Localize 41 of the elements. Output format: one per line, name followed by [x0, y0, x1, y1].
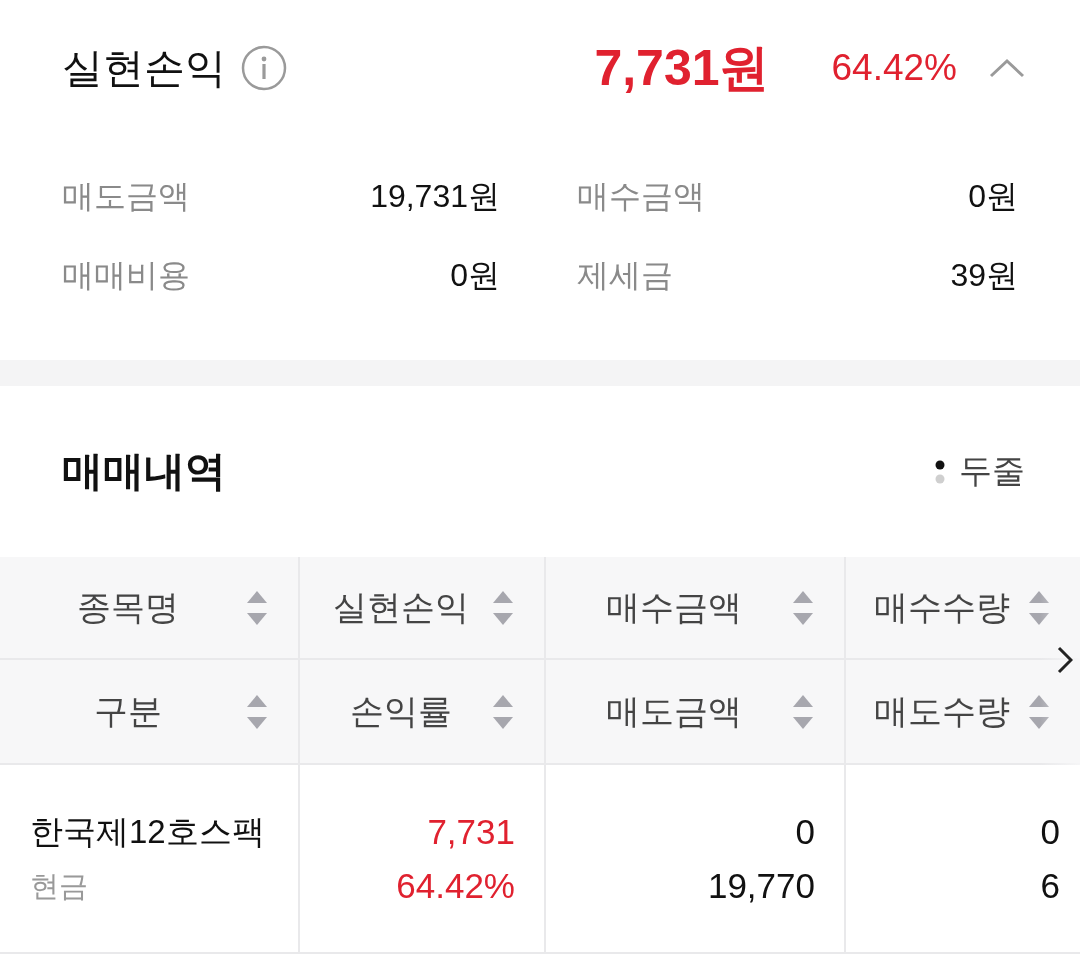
table-cell-text: 7,731 [427, 810, 515, 853]
section-title: 매매내역 [62, 447, 226, 496]
column-header[interactable]: 종목명 [0, 557, 300, 660]
section-title: 실현손익 [62, 43, 226, 93]
table-cell-text: 19,770 [707, 864, 815, 907]
chevron-up-icon[interactable] [989, 58, 1025, 78]
sort-icon [493, 590, 513, 625]
column-header[interactable]: 실현손익 [300, 557, 546, 660]
detail-label: 매도금액 [62, 177, 190, 216]
sort-icon [793, 694, 813, 729]
column-header[interactable]: 구분 [0, 660, 300, 765]
table-cell-text: 0 [1040, 810, 1060, 853]
detail-value: 39원 [950, 256, 1018, 295]
account-type: 현금 [30, 868, 88, 904]
detail-value: 0원 [968, 177, 1018, 216]
line-view-toggle[interactable]: 두줄 [935, 449, 1025, 494]
sort-icon [247, 694, 267, 729]
table-cell-text: 6 [1040, 864, 1060, 907]
chevron-right-icon[interactable] [1057, 646, 1073, 674]
detail-value: 0원 [450, 256, 500, 295]
sort-icon [1029, 590, 1049, 625]
sort-icon [1029, 694, 1049, 729]
sort-icon [793, 590, 813, 625]
detail-label: 제세금 [577, 256, 673, 295]
detail-value: 19,731원 [370, 177, 500, 216]
info-icon[interactable] [241, 45, 287, 91]
profit-amount: 7,731원 [594, 38, 770, 98]
column-header[interactable]: 매도수량 [846, 660, 1080, 765]
column-header[interactable]: 매도금액 [546, 660, 846, 765]
detail-label: 매수금액 [577, 177, 705, 216]
profit-rate: 64.42% [831, 47, 957, 89]
sort-icon [247, 590, 267, 625]
table-cell-text: 0 [795, 810, 815, 853]
column-header[interactable]: 매수금액 [546, 557, 846, 660]
sort-icon [493, 694, 513, 729]
dots-icon [935, 459, 945, 484]
stock-name: 한국제12호스팩 [30, 811, 265, 852]
column-header[interactable]: 매수수량 [846, 557, 1080, 660]
table-cell-text: 64.42% [396, 864, 515, 907]
detail-label: 매매비용 [62, 256, 190, 295]
column-header[interactable]: 손익률 [300, 660, 546, 765]
